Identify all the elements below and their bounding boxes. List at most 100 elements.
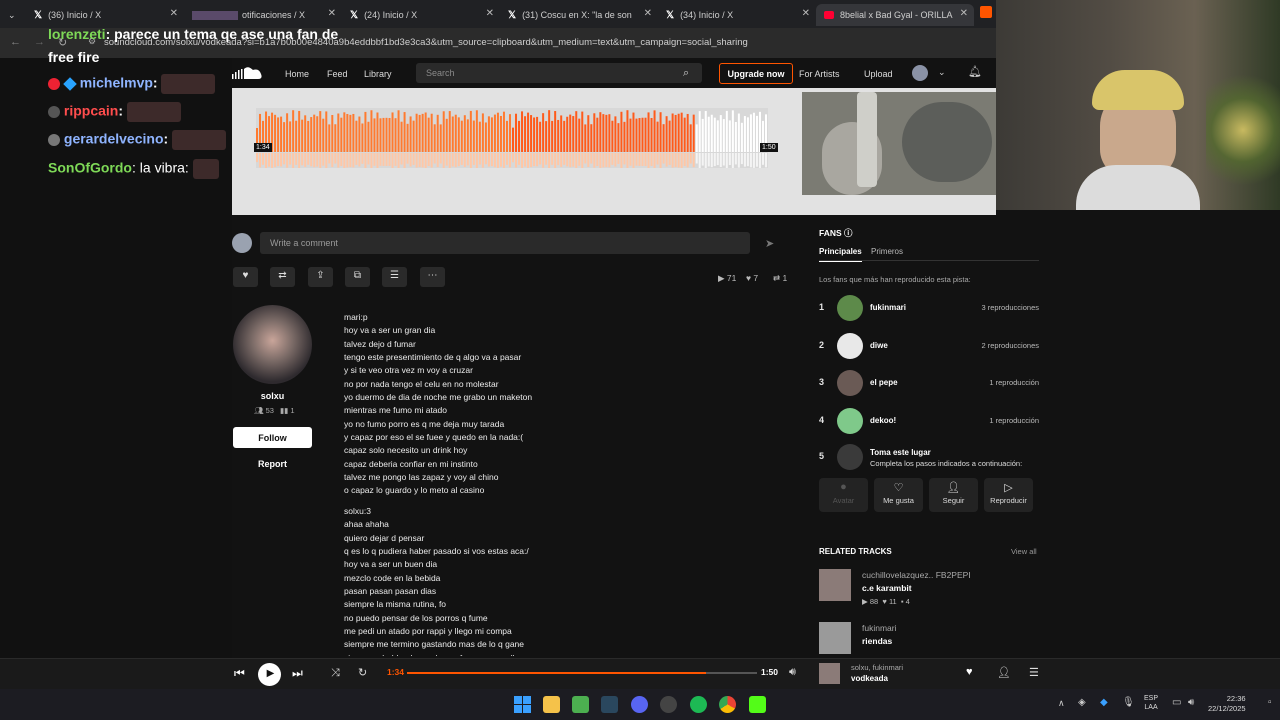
close-icon[interactable]: ✕ (802, 8, 810, 19)
previous-icon[interactable]: ⏮ (234, 666, 245, 681)
fan-name[interactable]: el pepe (870, 378, 898, 387)
close-icon[interactable]: ✕ (486, 8, 494, 19)
spotify-icon[interactable] (690, 696, 707, 713)
soundcloud-tab-icon[interactable] (980, 6, 992, 18)
fan-row[interactable]: 2 diwe 2 reproducciones (819, 331, 1039, 361)
language-indicator[interactable]: ESP LAA (1144, 694, 1158, 712)
progress-bar[interactable] (407, 672, 757, 674)
now-playing-thumbnail[interactable] (819, 663, 840, 684)
tray-icon[interactable]: ◆ (1100, 697, 1108, 708)
chevron-down-icon[interactable]: ⌄ (938, 67, 946, 78)
fan-row[interactable]: 3 el pepe 1 reproducción (819, 368, 1039, 398)
fan-name[interactable]: fukinmari (870, 303, 906, 312)
chrome-icon[interactable] (719, 696, 736, 713)
nav-home[interactable]: Home (285, 69, 309, 79)
tab-6[interactable]: 8belial x Bad Gyal - ORILLA (Pr ✕ (816, 4, 974, 26)
bell-icon[interactable]: 🔔︎ (968, 65, 982, 78)
close-icon[interactable]: ✕ (328, 8, 336, 19)
share-button[interactable]: ⇪ (308, 267, 333, 287)
waveform[interactable] (256, 108, 768, 168)
track-artist[interactable]: fukinmari (862, 623, 896, 633)
start-icon[interactable] (514, 696, 531, 713)
fan-name[interactable]: dekoo! (870, 416, 896, 425)
chevron-up-icon[interactable]: ∧ (1058, 698, 1065, 709)
upgrade-button[interactable]: Upgrade now (719, 63, 793, 84)
soundcloud-logo-icon[interactable] (232, 66, 264, 80)
follow-user-icon[interactable]: 👤︎ (997, 666, 1011, 679)
badge-icon (63, 77, 77, 91)
forward-icon[interactable]: → (34, 36, 45, 48)
track-thumbnail[interactable] (819, 569, 851, 601)
avatar[interactable] (837, 332, 863, 359)
play-button[interactable]: ▶ (258, 663, 281, 686)
repost-button[interactable]: ⇄ (270, 267, 295, 287)
like-step-button[interactable]: ♡ Me gusta (874, 478, 923, 512)
queue-icon[interactable]: ☰ (1029, 666, 1039, 679)
comment-input[interactable]: Write a comment (260, 232, 750, 254)
tray-icon[interactable]: ◈ (1078, 697, 1086, 708)
tab-5[interactable]: 𝕏 (34) Inicio / X ✕ (658, 4, 816, 26)
discord-icon[interactable] (631, 696, 648, 713)
tab-2[interactable]: otificaciones / X ✕ (184, 4, 342, 26)
search-icon[interactable]: ⌕ (683, 67, 689, 80)
clock[interactable]: 22:36 22/12/2025 (1208, 694, 1246, 714)
app-icon[interactable] (572, 696, 589, 713)
now-playing-title[interactable]: vodkeada (851, 674, 888, 683)
artist-avatar[interactable] (233, 305, 312, 384)
avatar[interactable] (837, 295, 863, 321)
tab-1[interactable]: 𝕏 (36) Inicio / X ✕ (26, 4, 184, 26)
nav-upload[interactable]: Upload (864, 69, 893, 79)
track-thumbnail[interactable] (819, 622, 851, 654)
tab-primeros[interactable]: Primeros (871, 247, 903, 256)
microphone-icon[interactable]: 🎙︎ (1122, 697, 1135, 708)
notification-icon[interactable]: ▫ (1268, 697, 1272, 708)
steam-icon[interactable] (601, 696, 618, 713)
waveform-bar (391, 112, 394, 152)
info-icon[interactable]: ⓘ (844, 228, 853, 238)
nav-for-artists[interactable]: For Artists (799, 69, 840, 79)
shuffle-icon[interactable]: ⤨ (331, 667, 340, 680)
back-icon[interactable]: ← (10, 36, 21, 48)
volume-icon[interactable]: 🔊︎ (1188, 697, 1194, 708)
view-all-link[interactable]: View all (1011, 547, 1037, 556)
copy-link-button[interactable]: ⧉ (345, 267, 370, 287)
avatar[interactable] (837, 407, 863, 434)
play-step-button[interactable]: ▷ Reproducir (984, 478, 1033, 512)
now-playing-artists[interactable]: solxu, fukinmari (851, 663, 903, 672)
repeat-icon[interactable]: ↻ (358, 666, 367, 679)
obs-icon[interactable] (660, 696, 677, 713)
report-button[interactable]: Report (233, 459, 312, 469)
related-track[interactable]: cuchillovelazquez.. FB2PEPI c.e karambit… (819, 569, 1039, 609)
nav-feed[interactable]: Feed (327, 69, 348, 79)
close-icon[interactable]: ✕ (644, 8, 652, 19)
related-track[interactable]: fukinmari riendas (819, 622, 1039, 662)
file-explorer-icon[interactable] (543, 696, 560, 713)
tab-list-button[interactable]: ⌄ (0, 4, 26, 26)
track-artist[interactable]: cuchillovelazquez.. FB2PEPI (862, 570, 971, 580)
volume-icon[interactable]: 🔊︎ (789, 666, 796, 679)
follow-button[interactable]: Follow (233, 427, 312, 448)
close-icon[interactable]: ✕ (960, 8, 968, 19)
artist-name[interactable]: solxu (233, 391, 312, 401)
close-icon[interactable]: ✕ (170, 8, 178, 19)
add-to-playlist-button[interactable]: ☰ (382, 267, 407, 287)
tab-3[interactable]: 𝕏 (24) Inicio / X ✕ (342, 4, 500, 26)
like-button[interactable]: ♥ (233, 267, 258, 287)
next-icon[interactable]: ⏭ (292, 666, 303, 681)
fan-row[interactable]: 4 dekoo! 1 reproducción (819, 406, 1039, 436)
more-button[interactable]: ⋯ (420, 267, 445, 287)
search-input[interactable]: Search (416, 63, 702, 83)
follow-step-button[interactable]: 👤︎ Seguir (929, 478, 978, 512)
kick-icon[interactable] (749, 696, 766, 713)
tab-4[interactable]: 𝕏(31) Coscu en X: "la de sonar m✕ (500, 4, 658, 26)
track-title[interactable]: riendas (862, 636, 892, 646)
network-icon[interactable]: ▭ (1172, 697, 1181, 708)
nav-library[interactable]: Library (364, 69, 392, 79)
avatar[interactable] (837, 370, 863, 396)
like-icon[interactable]: ♥ (966, 666, 973, 678)
avatar[interactable] (912, 65, 928, 81)
fan-row[interactable]: 1 fukinmari 3 reproducciones (819, 293, 1039, 323)
track-title[interactable]: c.e karambit (862, 583, 912, 593)
fan-name[interactable]: diwe (870, 341, 888, 350)
send-icon[interactable]: ➤ (765, 237, 774, 250)
